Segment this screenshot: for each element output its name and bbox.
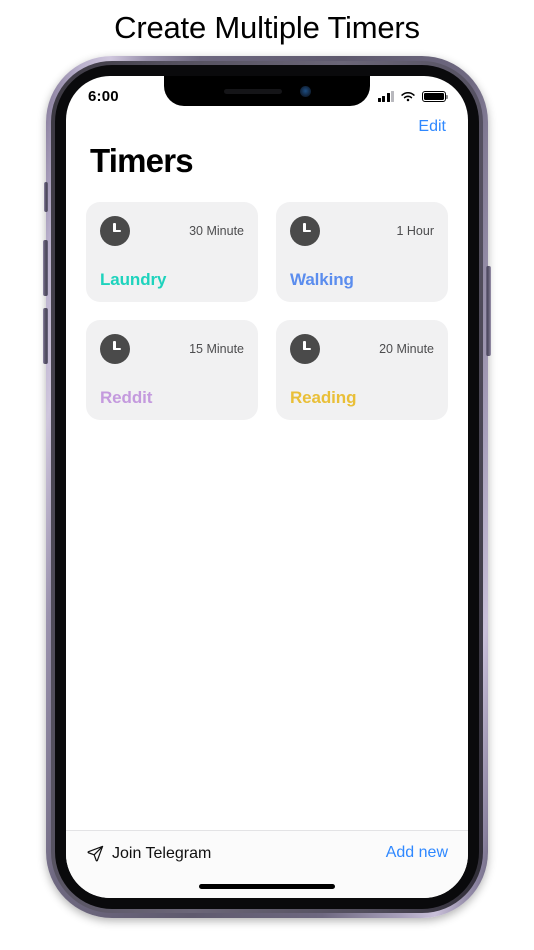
timer-card-top: 1 Hour [290,216,434,246]
mute-switch[interactable] [44,182,48,212]
timer-name: Reading [290,388,357,407]
volume-down-button[interactable] [43,308,48,364]
volume-up-button[interactable] [43,240,48,296]
wifi-icon [401,91,415,101]
page-heading: Create Multiple Timers [114,10,420,45]
power-button[interactable] [486,266,491,356]
timer-duration: 20 Minute [379,342,434,356]
timer-duration: 15 Minute [189,342,244,356]
timer-card-top: 30 Minute [100,216,244,246]
join-telegram-label: Join Telegram [112,844,212,862]
timer-duration: 30 Minute [189,224,244,238]
battery-full-icon [422,90,449,103]
clock-icon [100,216,130,246]
status-bar-icons [377,90,449,103]
join-telegram-button[interactable]: Join Telegram [86,844,211,863]
timer-name: Walking [290,270,354,289]
timer-card[interactable]: 30 Minute Laundry [86,202,258,302]
clock-icon [100,334,130,364]
bottom-toolbar: Join Telegram Add new [66,830,468,898]
nav-bar: Edit [418,118,446,136]
front-camera-icon [299,85,311,97]
timer-card[interactable]: 1 Hour Walking [276,202,448,302]
clock-icon [290,334,320,364]
send-icon [87,845,104,862]
speaker-grille-icon [223,88,282,94]
status-bar-time: 6:00 [88,88,119,105]
timer-card-top: 15 Minute [100,334,244,364]
notch [164,76,370,106]
add-new-button[interactable]: Add new [386,844,448,862]
home-indicator[interactable] [199,884,335,889]
clock-icon [290,216,320,246]
cellular-signal-icon [377,91,394,102]
phone-mockup: 6:00 Edit Timers 30 Minute Laundry 1 Hou… [43,56,491,918]
timer-name: Laundry [100,270,167,289]
timer-card[interactable]: 20 Minute Reading [276,320,448,420]
phone-screen: 6:00 Edit Timers 30 Minute Laundry 1 Hou… [66,76,468,898]
timers-grid: 30 Minute Laundry 1 Hour Walking 15 Minu… [86,202,448,420]
timer-card-top: 20 Minute [290,334,434,364]
timer-duration: 1 Hour [396,224,434,238]
timer-card[interactable]: 15 Minute Reddit [86,320,258,420]
edit-button[interactable]: Edit [418,118,446,135]
page-title: Timers [90,142,194,179]
timer-name: Reddit [100,388,153,407]
